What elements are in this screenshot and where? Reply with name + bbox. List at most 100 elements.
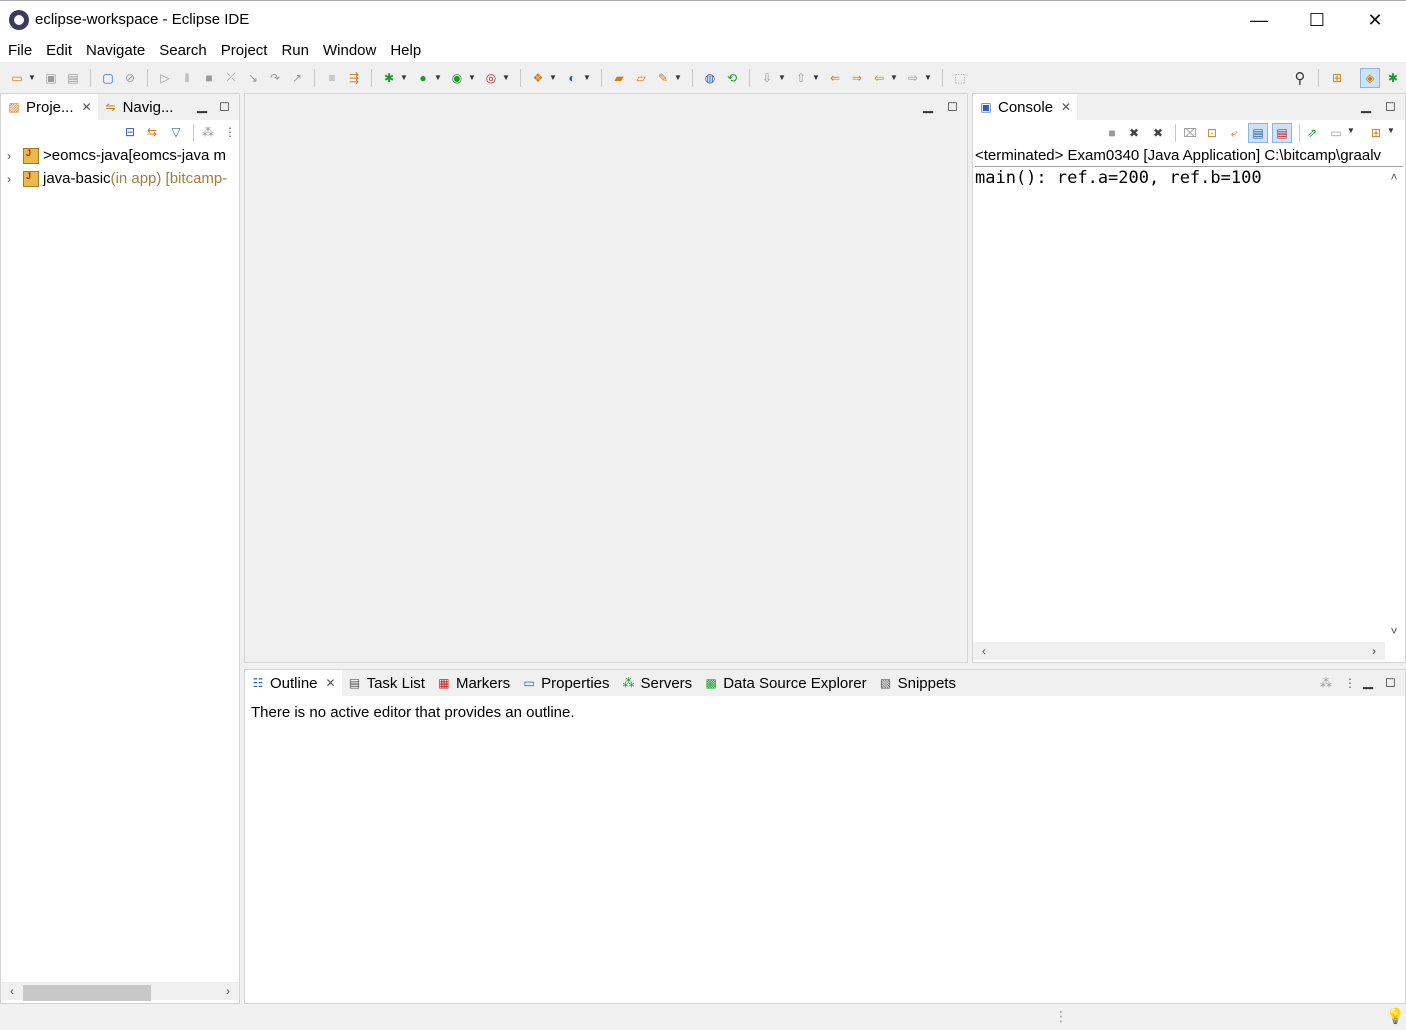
tab-console[interactable]: ▣ Console ✕ bbox=[973, 94, 1078, 120]
next-annotation-dropdown-icon[interactable]: ▼ bbox=[778, 73, 786, 82]
new-icon[interactable]: ▭ bbox=[9, 70, 25, 86]
open-console-dropdown-icon[interactable]: ▼ bbox=[1387, 126, 1395, 135]
console-output[interactable]: main(): ref.a=200, ref.b=100 bbox=[973, 167, 1405, 189]
maximize-view-icon[interactable]: ◻ bbox=[219, 98, 230, 114]
tab-snippets[interactable]: ▧ Snippets bbox=[873, 670, 962, 696]
forward-icon[interactable]: ⇨ bbox=[905, 70, 921, 86]
external-tools-dropdown-icon[interactable]: ▼ bbox=[502, 73, 510, 82]
menu-project[interactable]: Project bbox=[221, 42, 268, 59]
terminate-icon[interactable]: ■ bbox=[201, 70, 217, 86]
close-icon[interactable]: ✕ bbox=[82, 100, 92, 114]
display-console-icon[interactable]: ▭ bbox=[1328, 125, 1344, 141]
word-wrap-icon[interactable]: ⤶ bbox=[1226, 125, 1242, 141]
tab-outline[interactable]: ☷ Outline ✕ bbox=[245, 670, 342, 696]
next-edit-location-icon[interactable]: ⇒ bbox=[849, 70, 865, 86]
minimize-view-icon[interactable]: ▁ bbox=[1361, 98, 1371, 114]
display-console-dropdown-icon[interactable]: ▼ bbox=[1347, 126, 1355, 135]
show-on-stdout-icon[interactable]: ▤ bbox=[1248, 123, 1268, 143]
new-dropdown-icon[interactable]: ▼ bbox=[28, 73, 36, 82]
maximize-view-icon[interactable]: ◻ bbox=[1385, 98, 1396, 114]
previous-annotation-icon[interactable]: ⇧ bbox=[793, 70, 809, 86]
save-icon[interactable]: ▣ bbox=[43, 70, 59, 86]
run-icon[interactable]: ● bbox=[415, 70, 431, 86]
coverage-dropdown-icon[interactable]: ▼ bbox=[468, 73, 476, 82]
list-item[interactable]: › java-basic (in app) [bitcamp- bbox=[1, 167, 239, 190]
scroll-left-icon[interactable]: ‹ bbox=[3, 982, 21, 1000]
use-step-filters-icon[interactable]: ⇶ bbox=[346, 70, 362, 86]
back-dropdown-icon[interactable]: ▼ bbox=[890, 73, 898, 82]
view-menu-icon[interactable]: ⋮ bbox=[222, 124, 238, 140]
previous-annotation-dropdown-icon[interactable]: ▼ bbox=[812, 73, 820, 82]
minimize-view-icon[interactable]: ▁ bbox=[197, 98, 207, 114]
horizontal-scrollbar[interactable]: ‹ › bbox=[1, 982, 239, 1001]
scroll-right-icon[interactable]: › bbox=[219, 982, 237, 1000]
list-item[interactable]: › > eomcs-java [eomcs-java m bbox=[1, 144, 239, 167]
scroll-lock-icon[interactable]: ⊡ bbox=[1204, 125, 1220, 141]
menu-edit[interactable]: Edit bbox=[46, 42, 72, 59]
close-icon[interactable]: ✕ bbox=[1061, 100, 1071, 114]
minimize-button[interactable]: — bbox=[1230, 1, 1288, 39]
debug-dropdown-icon[interactable]: ▼ bbox=[400, 73, 408, 82]
open-type-icon[interactable]: ▰ bbox=[611, 70, 627, 86]
horizontal-scrollbar[interactable]: ‹ › bbox=[973, 642, 1385, 660]
resume-icon[interactable]: ▷ bbox=[157, 70, 173, 86]
focus-icon[interactable]: ⁂ bbox=[1318, 675, 1334, 691]
java-perspective-icon[interactable]: ◈ bbox=[1360, 67, 1380, 88]
drop-to-frame-icon[interactable]: ≡ bbox=[324, 70, 340, 86]
show-on-stderr-icon[interactable]: ▤ bbox=[1272, 123, 1292, 143]
new-java-package-icon[interactable]: ❖ bbox=[530, 70, 546, 86]
close-icon[interactable]: ✕ bbox=[326, 676, 336, 690]
open-web-browser-icon[interactable]: ◍ bbox=[702, 70, 718, 86]
open-perspective-icon[interactable]: ⊞ bbox=[1329, 70, 1345, 86]
last-edit-location-icon[interactable]: ⇐ bbox=[827, 70, 843, 86]
terminate-icon[interactable]: ■ bbox=[1104, 125, 1120, 141]
step-return-icon[interactable]: ↗ bbox=[289, 70, 305, 86]
view-menu-icon[interactable]: ⋮ bbox=[1342, 675, 1358, 691]
menu-window[interactable]: Window bbox=[323, 42, 376, 59]
remove-all-terminated-icon[interactable]: ✖ bbox=[1150, 125, 1166, 141]
collapse-all-icon[interactable]: ⊟ bbox=[122, 124, 138, 140]
tab-markers[interactable]: ▦ Markers bbox=[431, 670, 516, 696]
suspend-icon[interactable]: ‖ bbox=[179, 70, 195, 86]
step-into-icon[interactable]: ↘ bbox=[245, 70, 261, 86]
save-all-icon[interactable]: ▤ bbox=[65, 70, 81, 86]
forward-dropdown-icon[interactable]: ▼ bbox=[924, 73, 932, 82]
debug-perspective-icon[interactable]: ✱ bbox=[1385, 70, 1401, 86]
coverage-icon[interactable]: ◉ bbox=[449, 70, 465, 86]
open-console-icon[interactable]: ▢ bbox=[100, 70, 116, 86]
new-package-dropdown-icon[interactable]: ▼ bbox=[549, 73, 557, 82]
menu-navigate[interactable]: Navigate bbox=[86, 42, 145, 59]
menu-search[interactable]: Search bbox=[159, 42, 207, 59]
next-annotation-icon[interactable]: ⇩ bbox=[759, 70, 775, 86]
open-console-icon[interactable]: ⊞ bbox=[1368, 125, 1384, 141]
filter-icon[interactable]: ▽ bbox=[168, 124, 184, 140]
search-tool-icon[interactable]: ✎ bbox=[655, 70, 671, 86]
maximize-button[interactable]: ☐ bbox=[1288, 1, 1346, 39]
minimize-view-icon[interactable]: ▁ bbox=[923, 98, 933, 114]
chevron-right-icon[interactable]: › bbox=[7, 172, 21, 186]
tab-data-source-explorer[interactable]: ▩ Data Source Explorer bbox=[698, 670, 872, 696]
scroll-right-icon[interactable]: › bbox=[1365, 642, 1383, 660]
remove-launch-icon[interactable]: ✖ bbox=[1126, 125, 1142, 141]
maximize-view-icon[interactable]: ◻ bbox=[947, 98, 958, 114]
launch-icon[interactable]: ⟲ bbox=[724, 70, 740, 86]
close-button[interactable]: ✕ bbox=[1346, 1, 1404, 39]
scroll-down-icon[interactable]: ˅ bbox=[1385, 622, 1403, 640]
scrollbar-thumb[interactable] bbox=[23, 985, 151, 1001]
link-with-editor-icon[interactable]: ⇆ bbox=[144, 124, 160, 140]
tab-properties[interactable]: ▭ Properties bbox=[516, 670, 615, 696]
scroll-up-icon[interactable]: ˄ bbox=[1385, 168, 1403, 186]
skip-breakpoints-icon[interactable]: ⊘ bbox=[122, 70, 138, 86]
focus-icon[interactable]: ⁂ bbox=[200, 124, 216, 140]
search-icon[interactable]: ⚲ bbox=[1292, 70, 1308, 87]
pin-editor-icon[interactable]: ⬚ bbox=[952, 70, 968, 86]
tab-project-explorer[interactable]: ▨ Proje... ✕ bbox=[1, 94, 98, 120]
search-tool-dropdown-icon[interactable]: ▼ bbox=[674, 73, 682, 82]
tab-task-list[interactable]: ▤ Task List bbox=[342, 670, 431, 696]
disconnect-icon[interactable]: ⤫ bbox=[223, 70, 239, 86]
lightbulb-icon[interactable]: 💡 bbox=[1386, 1007, 1405, 1025]
new-class-dropdown-icon[interactable]: ▼ bbox=[583, 73, 591, 82]
new-java-class-icon[interactable]: ◐ bbox=[564, 70, 580, 86]
menu-file[interactable]: File bbox=[8, 42, 32, 59]
tab-navigator[interactable]: ⇋ Navig... bbox=[98, 94, 180, 120]
